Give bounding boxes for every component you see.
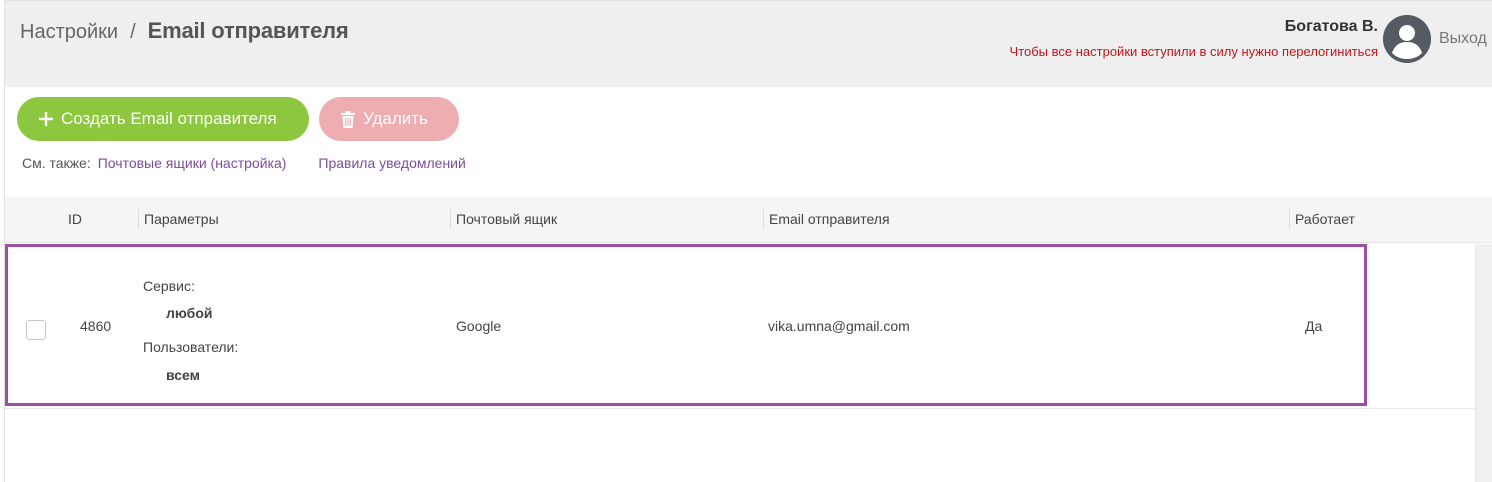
breadcrumb-settings-link[interactable]: Настройки (20, 21, 118, 44)
user-avatar-icon[interactable] (1383, 15, 1431, 63)
see-also: См. также: Почтовые ящики (настройка) Пр… (22, 155, 466, 171)
column-divider (1289, 209, 1290, 229)
delete-button-label: Удалить (363, 109, 428, 128)
service-value: любой (166, 305, 213, 321)
column-header-active[interactable]: Работает (1295, 211, 1355, 227)
column-header-id[interactable]: ID (68, 211, 82, 227)
user-info: Богатова В. Чтобы все настройки вступили… (1010, 18, 1378, 59)
row-id: 4860 (80, 318, 112, 334)
page-header: Настройки / Email отправителя Богатова В… (5, 1, 1492, 87)
delete-button[interactable]: Удалить (319, 97, 459, 141)
trash-icon (341, 110, 355, 128)
user-name: Богатова В. (1284, 18, 1378, 35)
create-sender-email-button[interactable]: Создать Email отправителя (17, 97, 309, 141)
row-divider (5, 408, 1475, 409)
notification-rules-link[interactable]: Правила уведомлений (318, 155, 465, 171)
row-active-status: Да (1305, 318, 1323, 334)
row-mailbox: Google (456, 318, 502, 334)
create-button-label: Создать Email отправителя (61, 109, 277, 128)
row-sender-email: vika.umna@gmail.com (768, 318, 910, 334)
mailboxes-settings-link[interactable]: Почтовые ящики (настройка) (98, 155, 287, 171)
see-also-label: См. также: (22, 155, 91, 171)
breadcrumb-separator: / (130, 21, 136, 43)
page-title: Email отправителя (147, 18, 349, 43)
relogin-warning: Чтобы все настройки вступили в силу нужн… (1009, 44, 1378, 59)
action-bar: Создать Email отправителя Удалить (17, 97, 459, 141)
column-header-params[interactable]: Параметры (144, 211, 219, 227)
page-frame: Настройки / Email отправителя Богатова В… (4, 0, 1492, 482)
column-divider (138, 209, 139, 229)
service-label: Сервис: (143, 278, 195, 294)
plus-icon (39, 112, 53, 126)
table-header: ID Параметры Почтовый ящик Email отправи… (5, 197, 1492, 243)
users-value: всем (166, 367, 201, 383)
column-header-mailbox[interactable]: Почтовый ящик (456, 211, 557, 227)
users-label: Пользователи: (143, 339, 239, 355)
row-checkbox[interactable] (26, 320, 46, 340)
column-divider (450, 209, 451, 229)
column-header-sender-email[interactable]: Email отправителя (769, 211, 890, 227)
table-row[interactable]: 4860 Сервис: любой Пользователи: всем Go… (5, 244, 1367, 406)
logout-link[interactable]: Выход (1439, 30, 1487, 48)
vertical-scrollbar[interactable] (1475, 244, 1492, 482)
breadcrumb: Настройки / Email отправителя (20, 18, 349, 44)
column-divider (763, 209, 764, 229)
